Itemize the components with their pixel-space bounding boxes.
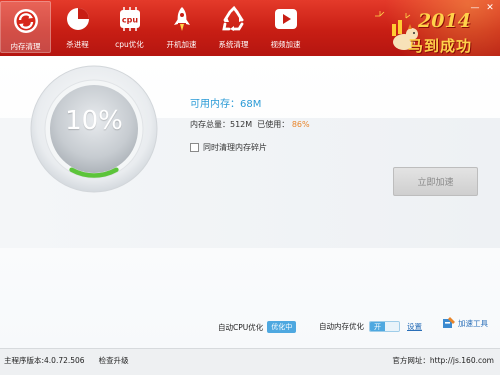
total-memory-value: 512M <box>230 120 253 129</box>
clean-fragments-option[interactable]: 同时清理内存碎片 <box>190 142 267 153</box>
main-nav: 内存清理 杀进程 cpu cpu优化 开机加速 系统清理 视频加速 <box>0 0 312 56</box>
close-button[interactable]: ✕ <box>484 3 496 13</box>
wrench-icon <box>442 316 456 330</box>
accelerate-tools-label: 加速工具 <box>458 318 488 328</box>
total-memory-label: 内存总量： <box>190 120 230 129</box>
accelerate-tools-button[interactable]: 加速工具 <box>442 316 488 330</box>
year-2014: 2014 <box>418 10 471 32</box>
nav-item-label: 杀进程 <box>66 40 89 49</box>
check-update-link[interactable]: 检查升级 <box>99 356 129 365</box>
top-toolbar: 内存清理 杀进程 cpu cpu优化 开机加速 系统清理 视频加速 2014 马… <box>0 0 500 56</box>
auto-memory-toggle[interactable]: 开 <box>369 321 400 332</box>
window-controls: — ✕ <box>469 3 496 13</box>
available-memory-value: 68M <box>240 99 262 110</box>
official-website[interactable]: 官方网址：http://js.160.com <box>392 355 494 366</box>
rocket-icon <box>169 6 195 32</box>
nav-item-memory-clean[interactable]: 内存清理 <box>0 1 51 53</box>
accelerate-now-button[interactable]: 立即加速 <box>393 167 478 196</box>
memory-info: 可用内存：68M <box>190 95 261 110</box>
status-left: 主程序版本:4.0.72.506 检查升级 <box>4 355 129 366</box>
minimize-button[interactable]: — <box>469 3 481 13</box>
nav-item-label: cpu优化 <box>115 40 144 49</box>
memory-clean-icon <box>13 8 39 34</box>
svg-text:cpu: cpu <box>121 16 137 25</box>
nav-item-label: 开机加速 <box>166 40 197 49</box>
available-memory-label: 可用内存： <box>190 99 240 110</box>
auto-cpu-option: 自动CPU优化 优化中 <box>218 321 297 333</box>
auto-memory-option: 自动内存优化 开 设置 <box>319 321 422 332</box>
toggle-off-track <box>385 322 399 331</box>
clean-fragments-label: 同时清理内存碎片 <box>203 143 267 152</box>
status-bar: 主程序版本:4.0.72.506 检查升级 官方网址：http://js.160.… <box>0 348 500 375</box>
settings-link[interactable]: 设置 <box>407 321 422 332</box>
usage-percent: 10% <box>65 106 123 136</box>
auto-cpu-status-badge[interactable]: 优化中 <box>267 321 297 333</box>
auto-memory-label: 自动内存优化 <box>319 322 364 331</box>
memory-stats: 内存总量：512M 已使用： 86% <box>190 119 310 130</box>
toggle-on-label: 开 <box>370 322 385 331</box>
video-play-icon <box>273 6 299 32</box>
clean-fragments-checkbox[interactable] <box>190 143 199 152</box>
nav-item-video-speed[interactable]: 视频加速 <box>260 0 311 54</box>
cpu-icon: cpu <box>117 6 143 32</box>
nav-item-label: 视频加速 <box>270 40 301 49</box>
used-memory-value: 86% <box>291 120 310 129</box>
nav-item-label: 系统清理 <box>218 40 249 49</box>
recycle-icon <box>221 6 247 32</box>
nav-item-system-clean[interactable]: 系统清理 <box>208 0 259 54</box>
new-year-banner: 2014 马到成功 <box>374 10 492 56</box>
kill-process-icon <box>65 6 91 32</box>
nav-item-label: 内存清理 <box>10 42 41 51</box>
nav-item-cpu[interactable]: cpu cpu优化 <box>104 0 155 54</box>
version-text: 主程序版本:4.0.72.506 <box>4 356 85 365</box>
used-memory-label: 已使用： <box>257 120 290 129</box>
nav-item-kill-process[interactable]: 杀进程 <box>52 0 103 54</box>
auto-cpu-label: 自动CPU优化 <box>218 322 264 332</box>
slogan: 马到成功 <box>408 37 473 55</box>
nav-item-boot-speed[interactable]: 开机加速 <box>156 0 207 54</box>
